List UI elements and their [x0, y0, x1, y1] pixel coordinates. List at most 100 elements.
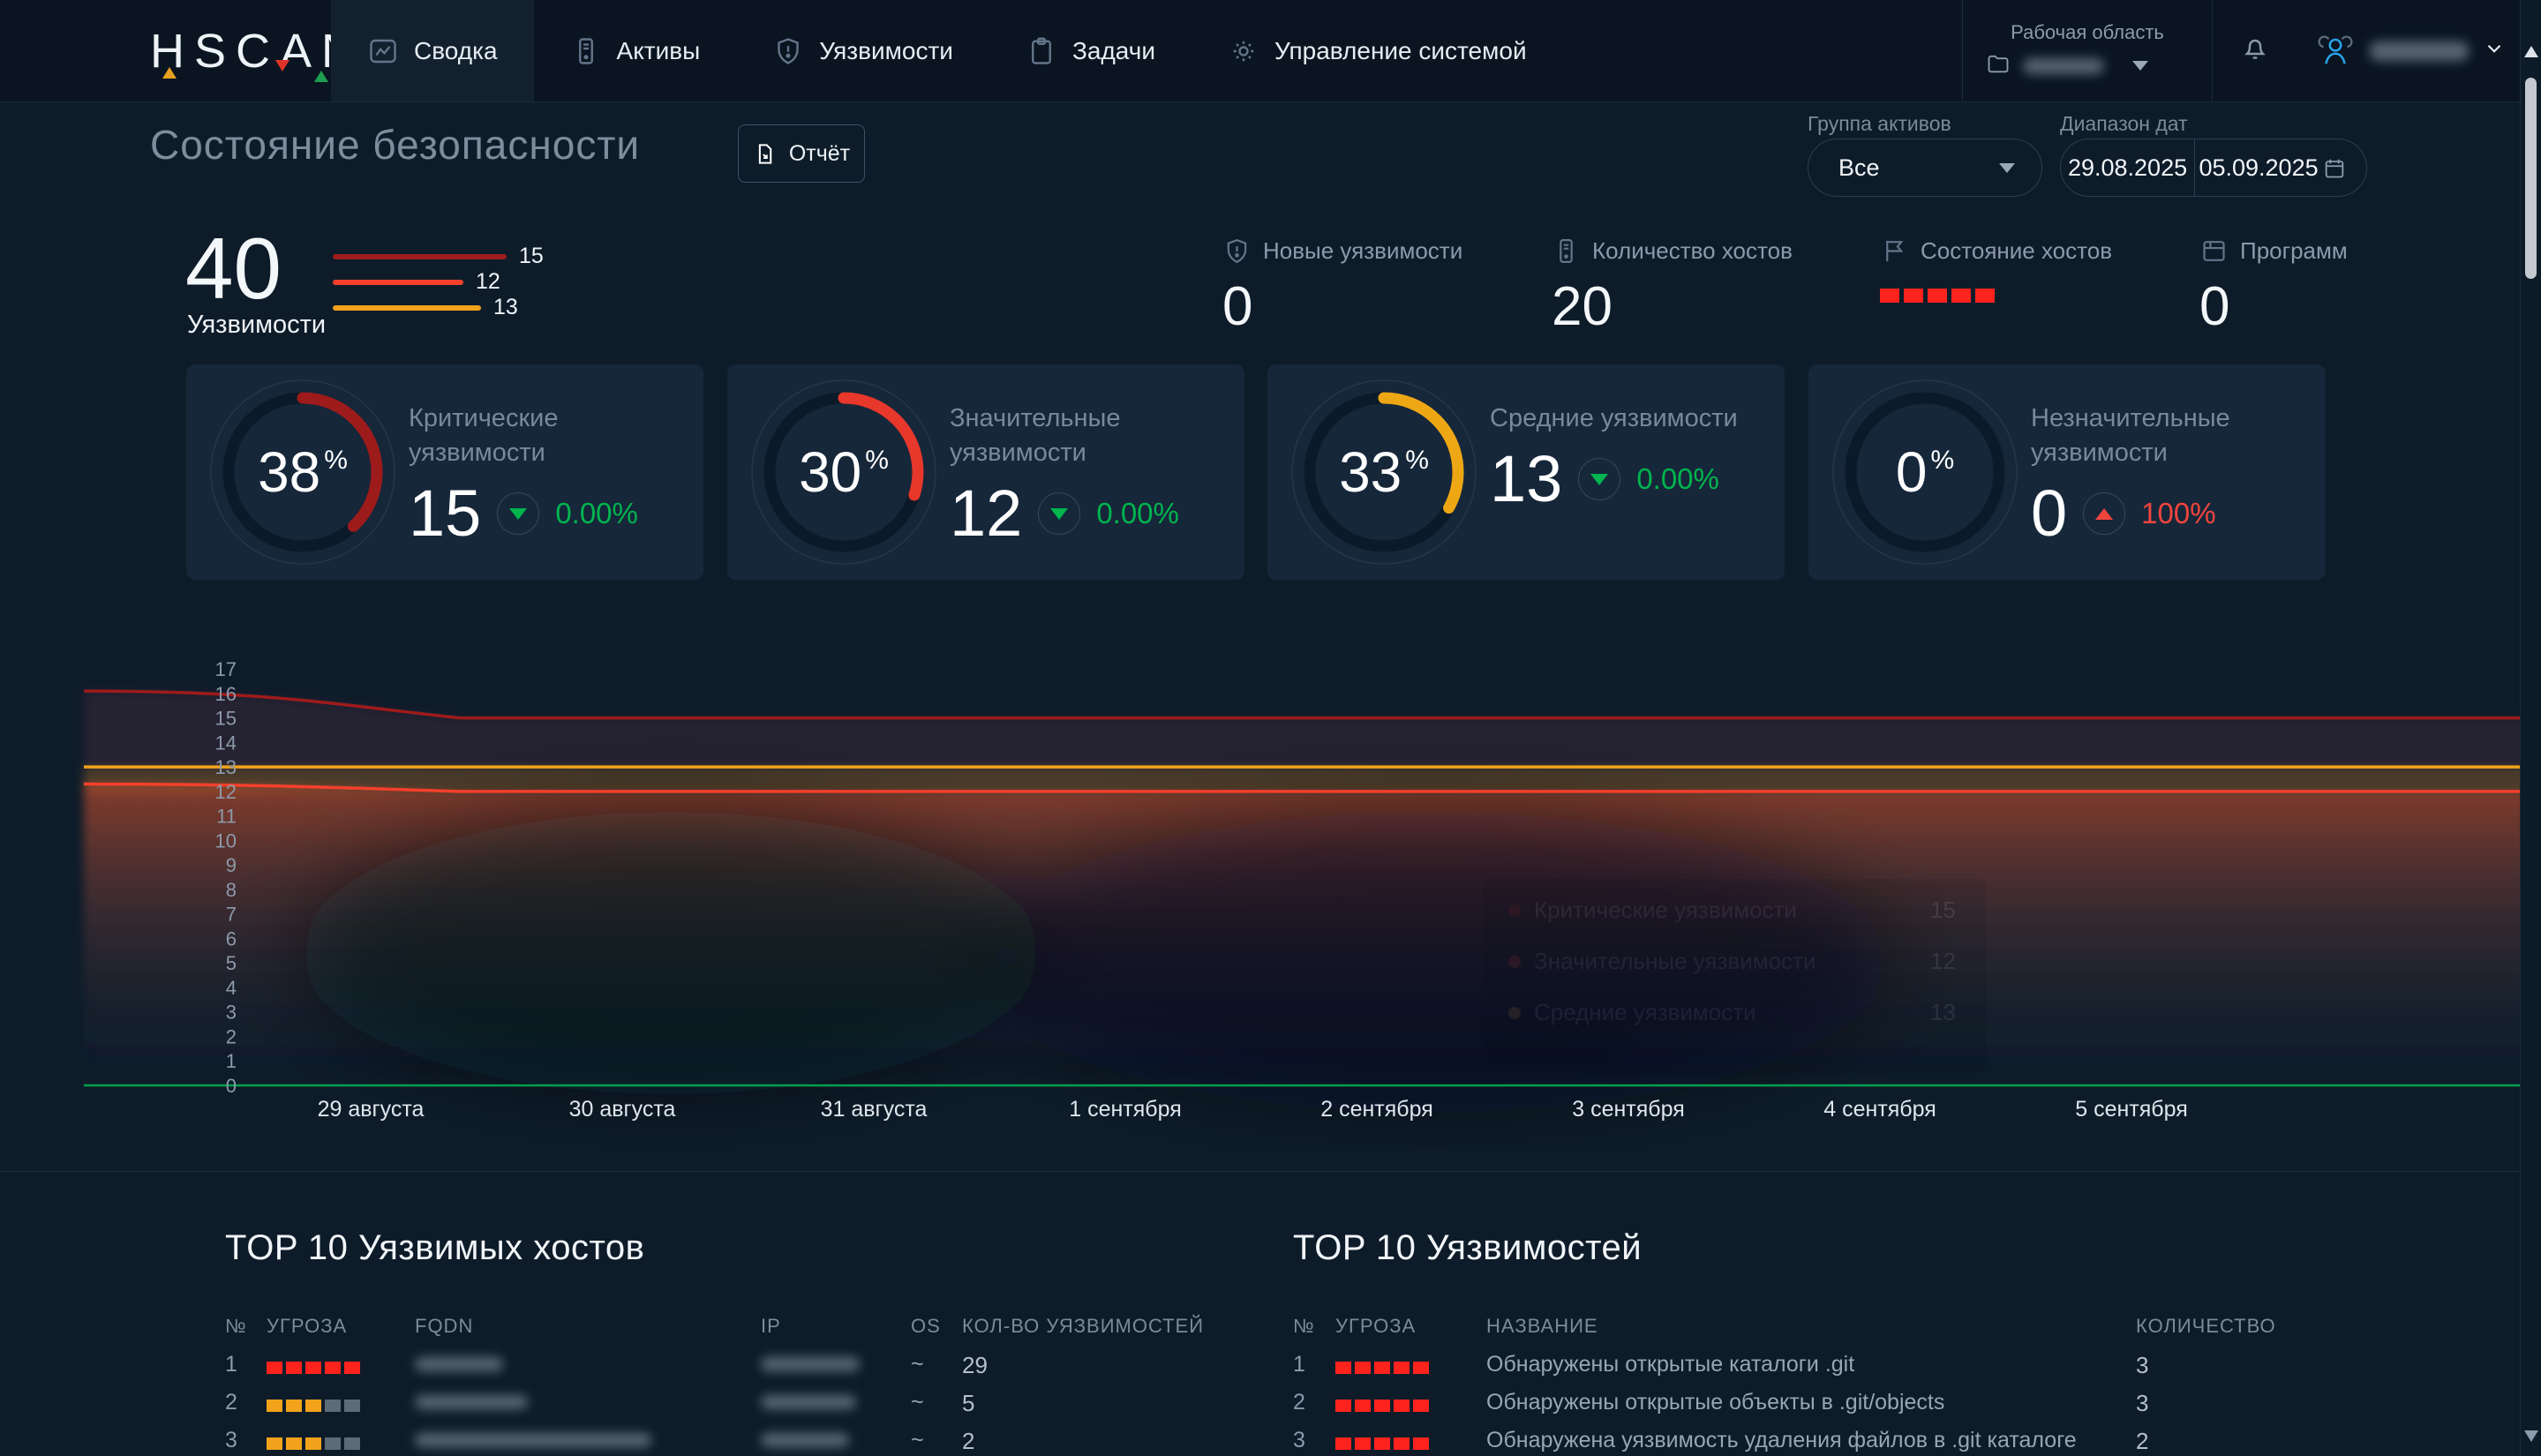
workspace-selector[interactable]: Рабочая область [1963, 21, 2212, 80]
threat-square [267, 1400, 282, 1412]
card-body: Критические уязвимости 15 0.00% [409, 402, 700, 546]
tab-Уязвимости[interactable]: Уязвимости [736, 0, 989, 101]
document-icon [753, 142, 777, 166]
x-label: 1 сентября [1069, 1097, 1182, 1122]
stat-label: Количество хостов [1592, 237, 1793, 265]
date-from[interactable]: 29.08.2025 [2061, 154, 2194, 182]
date-range-picker[interactable]: 29.08.2025 05.09.2025 [2060, 139, 2367, 197]
host-ip [761, 1390, 856, 1415]
redacted-text [415, 1395, 528, 1409]
threat-square [286, 1437, 302, 1450]
host-fqdn [415, 1428, 651, 1453]
donut-percent-value: 38 [258, 439, 320, 505]
vuln-threat-level [1335, 1430, 1432, 1456]
x-label: 3 сентября [1572, 1097, 1685, 1122]
server-icon [570, 35, 602, 67]
stat-label: Состояние хостов [1921, 237, 2112, 265]
vuln-threat-level [1335, 1392, 1432, 1418]
threat-square [344, 1437, 360, 1450]
threat-square [1413, 1437, 1429, 1450]
trend-down-icon [1038, 492, 1080, 535]
card-label: Значительные уязвимости [950, 402, 1241, 470]
host-fqdn [415, 1390, 528, 1415]
user-menu[interactable] [2297, 28, 2506, 73]
host-vuln-count: 29 [962, 1352, 988, 1379]
scrollbar-thumb[interactable] [2525, 78, 2537, 279]
x-label: 5 сентября [2075, 1097, 2188, 1122]
y-tick: 15 [215, 708, 237, 730]
chevron-down-icon [2483, 37, 2506, 64]
vulns-table-title: TOP 10 Уязвимостей [1293, 1228, 1642, 1268]
severity-bar-value: 13 [493, 295, 518, 320]
host-vuln-count: 5 [962, 1390, 974, 1417]
threat-square [1355, 1400, 1371, 1412]
severity-bar [333, 280, 463, 285]
svg-text:Средние уязвимости: Средние уязвимости [1534, 999, 1756, 1025]
tab-Активы[interactable]: Активы [534, 0, 737, 101]
threat-square [1335, 1437, 1351, 1450]
host-threat-level [267, 1355, 364, 1380]
nav-tabs: СводкаАктивыУязвимости Задачи Управление с… [331, 0, 1563, 101]
ghost-tooltip: Критические уязвимости15Значительные уяз… [1483, 879, 1986, 1073]
threat-square [344, 1362, 360, 1374]
logo-orange-triangle-icon [162, 67, 177, 79]
folder-icon [1986, 51, 2011, 80]
logo-green-triangle-icon [314, 71, 328, 82]
stat-value: 20 [1552, 280, 1869, 334]
stat-value: 0 [2199, 280, 2517, 334]
threat-square [325, 1400, 341, 1412]
date-to[interactable]: 05.09.2025 [2195, 154, 2322, 182]
y-tick: 8 [226, 879, 237, 901]
donut-percent: 38% [197, 364, 409, 580]
redacted-text [761, 1433, 849, 1447]
threat-square [325, 1362, 341, 1374]
vuln-name: Обнаружены открытые каталоги .git [1486, 1352, 1854, 1377]
svg-text:15: 15 [1930, 897, 1956, 923]
users-icon [2315, 28, 2356, 73]
card-value: 12 [950, 481, 1022, 546]
threat-square [1374, 1400, 1390, 1412]
svg-text:Значительные уязвимости: Значительные уязвимости [1534, 948, 1816, 974]
asset-group-select[interactable]: Все [1808, 139, 2042, 197]
scroll-up-arrow-icon[interactable] [2524, 46, 2538, 57]
top-nav: HSCAN СводкаАктивыУязвимостиЗадачиУправл… [0, 0, 2541, 102]
notifications-button[interactable] [2213, 33, 2297, 69]
tab-Сводка[interactable]: Сводка [331, 0, 534, 101]
flag-icon [1880, 236, 1909, 266]
threat-square [286, 1362, 302, 1374]
caret-down-icon [2132, 61, 2148, 71]
stat-label: Новые уязвимости [1263, 237, 1462, 265]
y-tick: 4 [226, 977, 237, 999]
tab-Задачи[interactable]: Задачи [989, 0, 1192, 101]
app-window-icon [2199, 236, 2229, 266]
stat-Количество хостов: Количество хостов 20 [1552, 236, 1869, 334]
vertical-scrollbar[interactable] [2520, 0, 2541, 1456]
percent-sign: % [324, 446, 348, 476]
scroll-down-arrow-icon[interactable] [2524, 1430, 2538, 1442]
donut-percent: 0% [1819, 364, 2031, 580]
section-divider [0, 1171, 2541, 1172]
severity-bar-value: 15 [519, 244, 544, 269]
percent-sign: % [1930, 446, 1954, 476]
tab-Управление системой[interactable]: Управление системой [1192, 0, 1563, 101]
asset-group-value: Все [1838, 154, 1880, 182]
threat-square [1394, 1400, 1410, 1412]
threat-square [1374, 1362, 1390, 1374]
donut-percent: 30% [738, 364, 950, 580]
card-value: 0 [2031, 481, 2067, 546]
vuln-count: 3 [2136, 1390, 2148, 1417]
caret-down-icon [1999, 163, 2015, 173]
y-tick: 16 [215, 683, 237, 705]
vulnerabilities-trend-chart[interactable]: Критические уязвимости15Значительные уяз… [0, 618, 2541, 1147]
vuln-count: 2 [2136, 1428, 2148, 1455]
vuln-name: Обнаружены открытые объекты в .git/objec… [1486, 1390, 1944, 1415]
report-button[interactable]: Отчёт [738, 124, 865, 183]
clipboard-icon [1026, 35, 1057, 67]
tab-label: Задачи [1072, 37, 1155, 65]
y-tick: 17 [215, 658, 237, 680]
threat-square [1394, 1437, 1410, 1450]
vulns-col-header: УГРОЗА [1335, 1315, 1416, 1338]
shield-alert-icon [1222, 236, 1252, 266]
host-os: ~ [911, 1428, 924, 1453]
y-tick: 6 [226, 927, 237, 949]
